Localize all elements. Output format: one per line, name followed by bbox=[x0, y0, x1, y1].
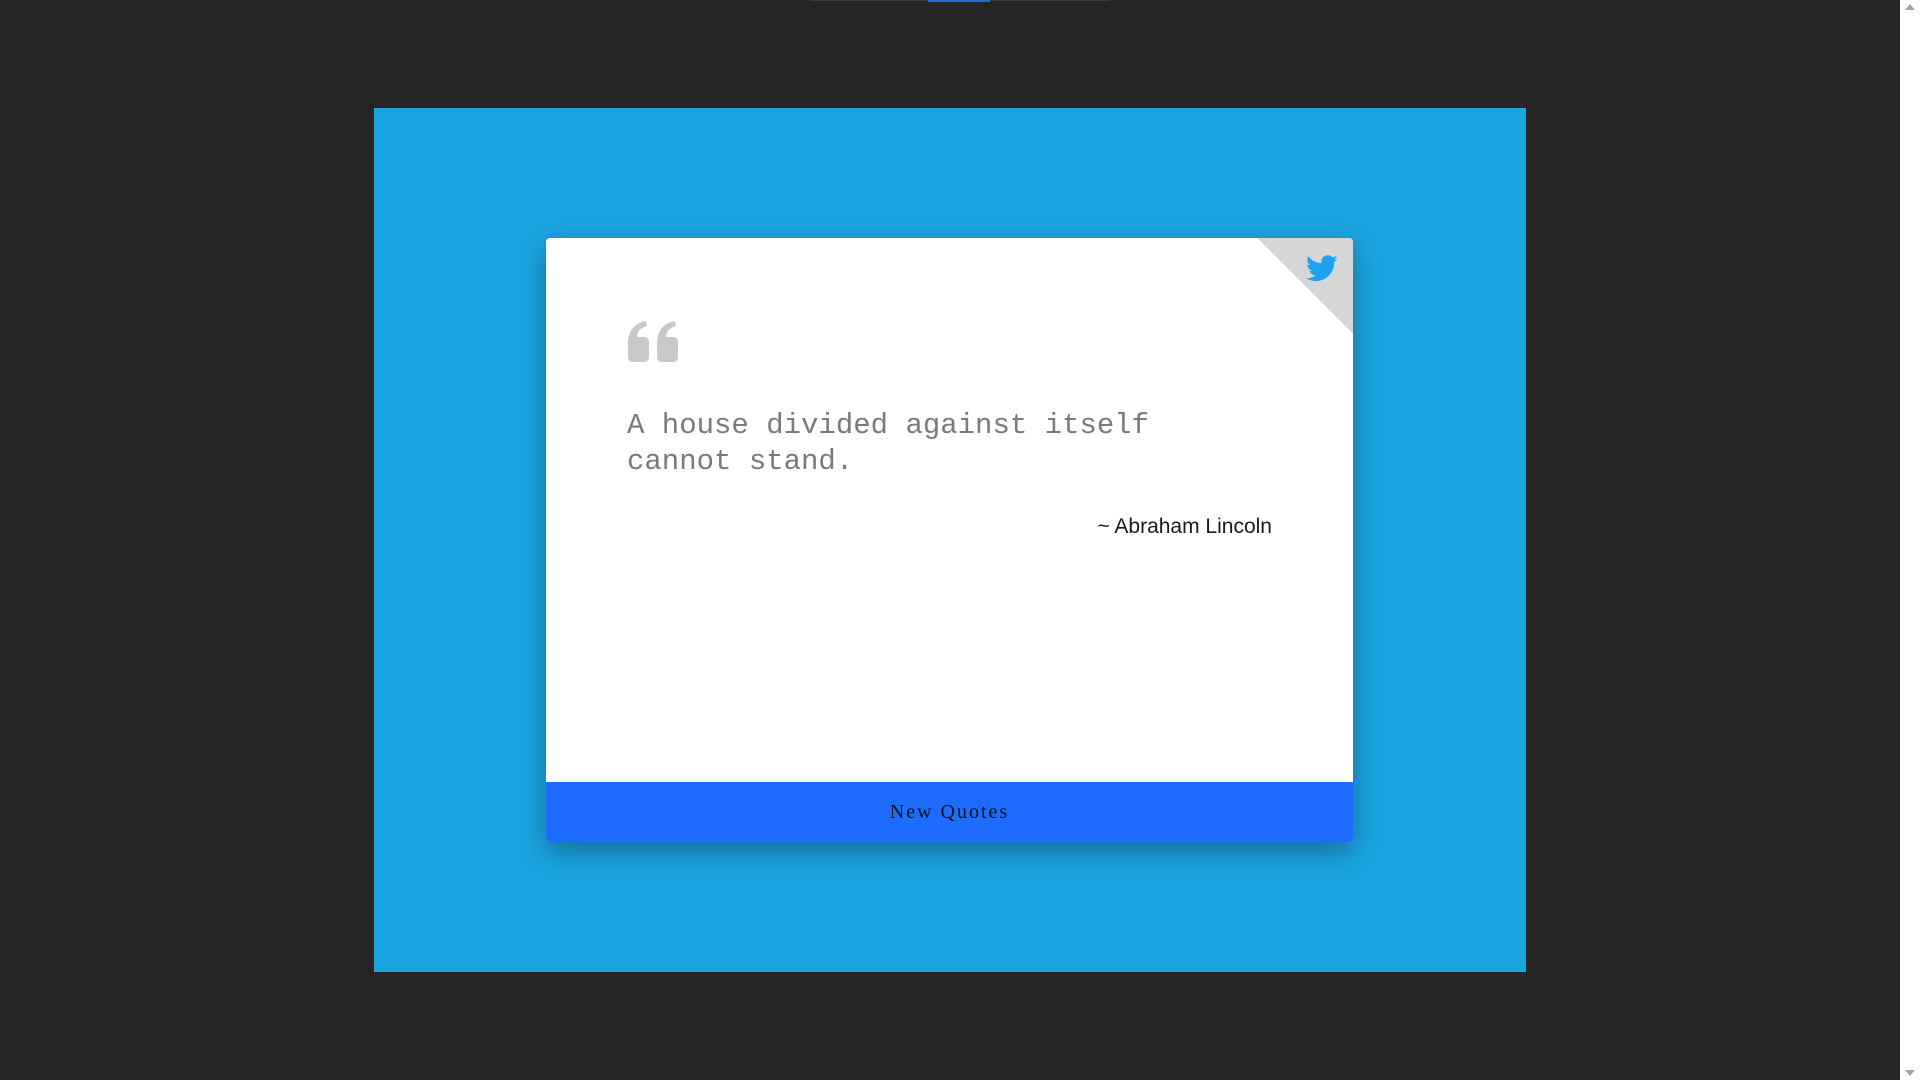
quote-author: ~ Abraham Lincoln bbox=[1097, 515, 1272, 538]
top-indicator bbox=[928, 0, 990, 2]
quote-card: A house divided against itself cannot st… bbox=[546, 238, 1353, 842]
quote-text: A house divided against itself cannot st… bbox=[627, 409, 1150, 478]
quote-stage: A house divided against itself cannot st… bbox=[374, 108, 1526, 972]
tweet-quote-button[interactable] bbox=[1305, 252, 1339, 284]
vertical-scrollbar[interactable] bbox=[1900, 0, 1920, 1080]
new-quote-button[interactable]: New Quotes bbox=[546, 782, 1353, 842]
twitter-icon bbox=[1306, 254, 1338, 281]
quote-left-icon bbox=[628, 321, 678, 362]
scroll-up-arrow-icon[interactable] bbox=[1905, 4, 1915, 10]
scroll-down-arrow-icon[interactable] bbox=[1905, 1070, 1915, 1076]
